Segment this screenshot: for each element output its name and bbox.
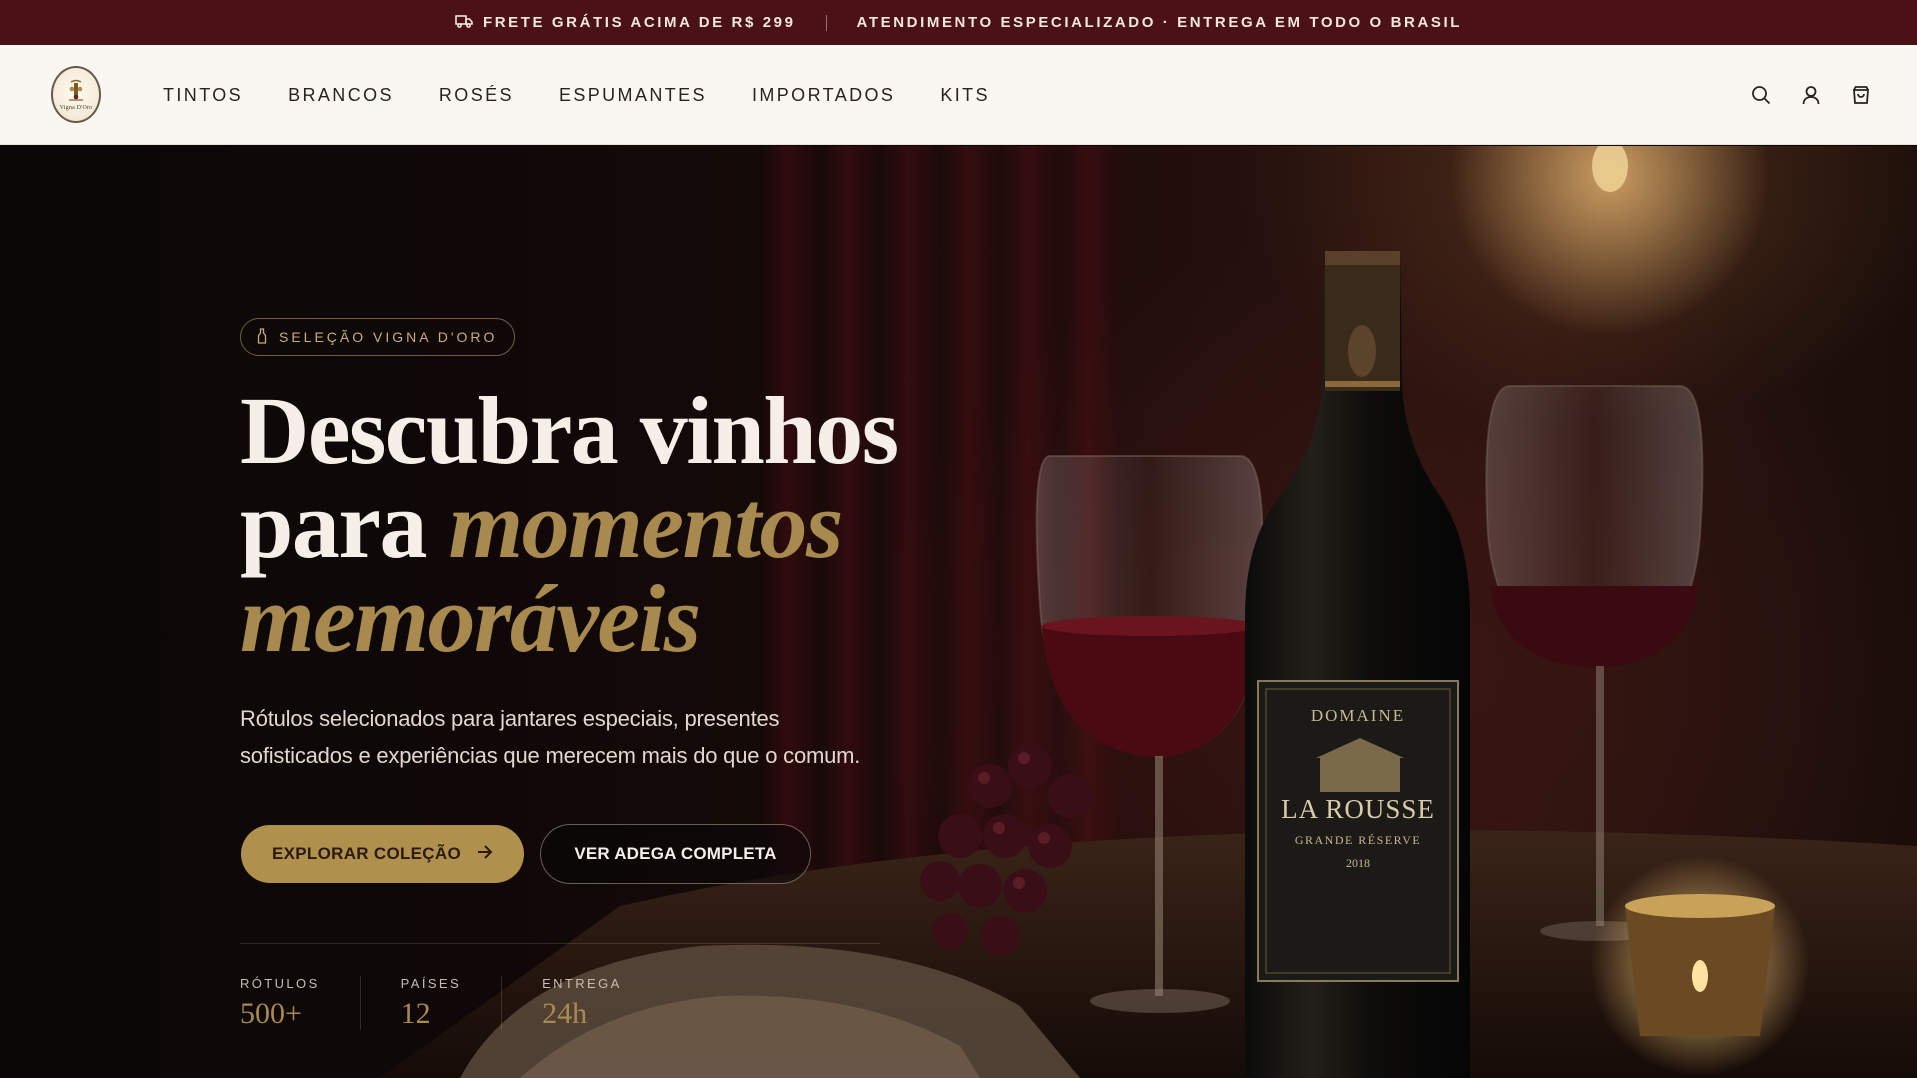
announcement-bar: FRETE GRÁTIS ACIMA DE R$ 299 ATENDIMENTO… (0, 0, 1917, 45)
nav-kits[interactable]: KITS (940, 85, 990, 106)
bottle-label-year: 2018 (1346, 856, 1370, 870)
hero-subtext: Rótulos selecionados para jantares espec… (240, 700, 920, 774)
stat-label: RÓTULOS (240, 976, 320, 991)
search-icon[interactable] (1749, 83, 1773, 107)
topbar-divider (825, 14, 827, 31)
subtext-line-1: Rótulos selecionados para jantares espec… (240, 706, 780, 731)
main-nav: TINTOS BRANCOS ROSÉS ESPUMANTES IMPORTAD… (163, 45, 990, 145)
bottle-label: DOMAINE LA ROUSSE GRANDE RÉSERVE 2018 (1258, 706, 1458, 871)
headline-line-1: Descubra vinhos (240, 377, 899, 484)
hero-stats: RÓTULOS 500+ PAÍSES 12 ENTREGA 24h (240, 976, 702, 1030)
user-icon[interactable] (1799, 83, 1823, 107)
explore-collection-button[interactable]: EXPLORAR COLEÇÃO (241, 825, 524, 883)
nav-tintos[interactable]: TINTOS (163, 85, 243, 106)
stat-delivery: ENTREGA 24h (542, 976, 662, 1030)
stats-divider (240, 943, 880, 944)
explore-collection-label: EXPLORAR COLEÇÃO (272, 844, 461, 863)
shopping-bag-icon[interactable] (1849, 83, 1873, 107)
nav-importados[interactable]: IMPORTADOS (752, 85, 895, 106)
header-actions (1749, 45, 1873, 145)
hero-headline: Descubra vinhos para momentos memoráveis (240, 383, 960, 667)
grape-crest-icon (69, 79, 83, 101)
headline-highlight-2: memoráveis (240, 565, 701, 672)
truck-icon (455, 14, 473, 32)
stat-value: 24h (542, 997, 588, 1030)
view-cellar-button[interactable]: VER ADEGA COMPLETA (540, 824, 811, 884)
hero-section: DOMAINE LA ROUSSE GRANDE RÉSERVE 2018 SE… (0, 146, 1917, 1078)
site-header: Vigna D'Oro TINTOS BRANCOS ROSÉS ESPUMAN… (0, 45, 1917, 145)
arrow-right-icon (477, 844, 493, 864)
badge-text: SELEÇÃO VIGNA D'ORO (279, 329, 498, 345)
stat-value: 12 (400, 997, 431, 1030)
support-text: ATENDIMENTO ESPECIALIZADO · ENTREGA EM T… (856, 14, 1463, 31)
wine-bottle-icon (257, 327, 267, 347)
collection-badge: SELEÇÃO VIGNA D'ORO (240, 318, 516, 356)
stat-value: 500+ (240, 997, 302, 1030)
view-cellar-label: VER ADEGA COMPLETA (574, 844, 777, 863)
stat-label: PAÍSES (400, 976, 462, 991)
shipping-text: FRETE GRÁTIS ACIMA DE R$ 299 (482, 14, 796, 31)
bottle-label-top: DOMAINE (1310, 706, 1406, 725)
logo-text: Vigna D'Oro (59, 105, 93, 111)
shipping-message: FRETE GRÁTIS ACIMA DE R$ 299 (455, 14, 796, 32)
bottle-label-sub: GRANDE RÉSERVE (1294, 833, 1422, 847)
nav-brancos[interactable]: BRANCOS (288, 85, 394, 106)
headline-line-2: para (240, 471, 449, 578)
brand-logo[interactable]: Vigna D'Oro (51, 66, 101, 123)
bottle-label-name: LA ROUSSE (1281, 794, 1435, 824)
stat-countries: PAÍSES 12 (400, 976, 503, 1030)
nav-roses[interactable]: ROSÉS (439, 85, 514, 106)
stat-label: ENTREGA (542, 976, 622, 991)
nav-espumantes[interactable]: ESPUMANTES (559, 85, 707, 106)
subtext-line-2: sofisticados e experiências que merecem … (240, 743, 861, 768)
headline-highlight-1: momentos (448, 471, 844, 578)
stat-labels: RÓTULOS 500+ (240, 976, 361, 1030)
